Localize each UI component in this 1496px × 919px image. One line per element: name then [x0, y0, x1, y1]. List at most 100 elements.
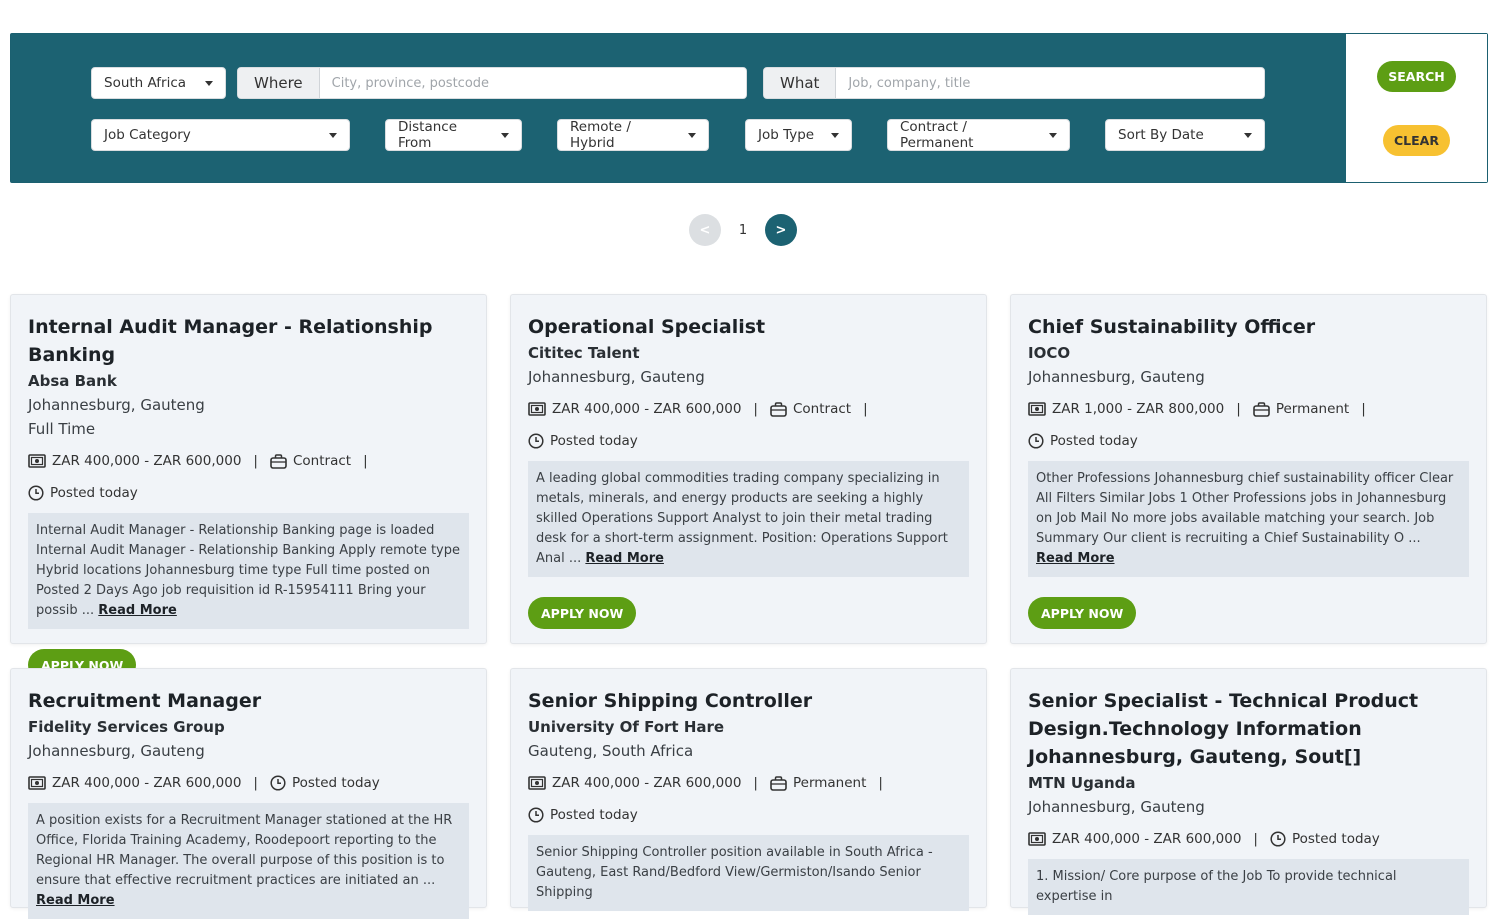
country-select[interactable]: South Africa	[91, 67, 226, 99]
job-contract: Contract	[270, 451, 351, 471]
job-description: 1. Mission/ Core purpose of the Job To p…	[1028, 859, 1469, 915]
job-title[interactable]: Operational Specialist	[528, 313, 969, 341]
job-type-select[interactable]: Job Type	[745, 119, 852, 151]
chevron-down-icon	[329, 132, 337, 138]
read-more-link[interactable]: Read More	[1036, 551, 1115, 566]
job-salary: ZAR 400,000 - ZAR 600,000	[1028, 829, 1241, 849]
job-title[interactable]: Chief Sustainability Officer	[1028, 313, 1469, 341]
job-salary: ZAR 400,000 - ZAR 600,000	[528, 399, 741, 419]
read-more-link[interactable]: Read More	[585, 551, 664, 566]
sort-by-label: Sort By Date	[1118, 127, 1204, 143]
job-salary-text: ZAR 400,000 - ZAR 600,000	[552, 401, 742, 417]
briefcase-icon	[770, 775, 787, 791]
money-icon	[528, 776, 546, 790]
job-description-text: 1. Mission/ Core purpose of the Job To p…	[1036, 869, 1397, 904]
meta-separator: |	[1253, 831, 1258, 847]
job-location: Johannesburg, Gauteng	[28, 742, 205, 760]
job-description-text: A position exists for a Recruitment Mana…	[36, 813, 453, 888]
job-meta: ZAR 400,000 - ZAR 600,000 | Posted today	[1028, 829, 1469, 849]
remote-hybrid-select[interactable]: Remote / Hybrid	[557, 119, 709, 151]
where-label: Where	[238, 68, 320, 98]
contract-permanent-select[interactable]: Contract / Permanent	[887, 119, 1070, 151]
clear-button[interactable]: CLEAR	[1383, 125, 1450, 156]
search-button[interactable]: SEARCH	[1377, 61, 1456, 92]
job-posted: Posted today	[528, 805, 638, 825]
job-posted-text: Posted today	[1291, 831, 1380, 847]
where-input[interactable]	[319, 68, 746, 98]
job-title[interactable]: Recruitment Manager	[28, 687, 469, 715]
job-description: A position exists for a Recruitment Mana…	[28, 803, 469, 919]
job-card: Chief Sustainability Officer IOCO Johann…	[1010, 294, 1487, 644]
distance-from-label: Distance From	[398, 119, 458, 151]
job-card: Operational Specialist Cititec Talent Jo…	[510, 294, 987, 644]
job-category-label: Job Category	[104, 127, 191, 143]
job-company: IOCO	[1028, 344, 1071, 362]
job-company: MTN Uganda	[1028, 774, 1136, 792]
apply-now-button[interactable]: APPLY NOW	[1028, 597, 1137, 629]
read-more-link[interactable]: Read More	[36, 893, 115, 908]
meta-separator: |	[1236, 401, 1241, 417]
job-card: Senior Specialist - Technical Product De…	[1010, 668, 1487, 915]
apply-now-button[interactable]: APPLY NOW	[528, 597, 637, 629]
chevron-down-icon	[1049, 132, 1057, 138]
job-company: University Of Fort Hare	[528, 718, 725, 736]
job-company: Cititec Talent	[528, 344, 640, 362]
job-salary: ZAR 1,000 - ZAR 800,000	[1028, 399, 1224, 419]
what-input[interactable]	[836, 68, 1264, 98]
job-title[interactable]: Senior Shipping Controller	[528, 687, 969, 715]
job-location: Johannesburg, Gauteng	[1028, 798, 1205, 816]
briefcase-icon	[1253, 401, 1270, 417]
pagination-prev-button[interactable]: <	[689, 214, 721, 246]
chevron-down-icon	[1244, 132, 1252, 138]
meta-separator: |	[363, 453, 368, 469]
job-title[interactable]: Senior Specialist - Technical Product De…	[1028, 687, 1469, 771]
what-label: What	[764, 68, 837, 98]
job-title[interactable]: Internal Audit Manager - Relationship Ba…	[28, 313, 469, 369]
job-salary: ZAR 400,000 - ZAR 600,000	[28, 773, 241, 793]
job-description: A leading global commodities trading com…	[528, 461, 969, 577]
job-contract: Contract	[770, 399, 851, 419]
job-location: Johannesburg, Gauteng	[1028, 368, 1205, 386]
clock-icon	[1028, 433, 1044, 449]
job-contract-text: Contract	[792, 401, 852, 417]
job-salary-text: ZAR 400,000 - ZAR 600,000	[1052, 831, 1242, 847]
chevron-down-icon	[688, 132, 696, 138]
job-description: Senior Shipping Controller position avai…	[528, 835, 969, 911]
meta-separator: |	[753, 401, 758, 417]
job-employment-type: Full Time	[28, 420, 96, 438]
briefcase-icon	[270, 453, 287, 469]
meta-separator: |	[863, 401, 868, 417]
where-input-group: Where	[237, 67, 747, 99]
job-posted-text: Posted today	[50, 485, 138, 501]
job-meta: ZAR 400,000 - ZAR 600,000 | Posted today	[28, 773, 469, 793]
meta-separator: |	[253, 453, 258, 469]
job-contract-text: Permanent	[1275, 401, 1350, 417]
job-location: Gauteng, South Africa	[528, 742, 694, 760]
clock-icon	[528, 807, 544, 823]
pagination-current-page[interactable]: 1	[731, 223, 755, 238]
job-location: Johannesburg, Gauteng	[528, 368, 705, 386]
chevron-down-icon	[501, 132, 509, 138]
job-card: Recruitment Manager Fidelity Services Gr…	[10, 668, 487, 919]
country-select-label: South Africa	[104, 75, 187, 91]
job-posted: Posted today	[528, 431, 638, 451]
meta-separator: |	[1361, 401, 1366, 417]
pagination-next-button[interactable]: >	[765, 214, 797, 246]
job-contract: Permanent	[1253, 399, 1349, 419]
job-description: Other Professions Johannesburg chief sus…	[1028, 461, 1469, 577]
job-salary-text: ZAR 400,000 - ZAR 600,000	[52, 453, 242, 469]
meta-separator: |	[253, 775, 258, 791]
job-salary-text: ZAR 1,000 - ZAR 800,000	[1052, 401, 1225, 417]
job-card: Senior Shipping Controller University Of…	[510, 668, 987, 911]
distance-from-select[interactable]: Distance From	[385, 119, 522, 151]
remote-hybrid-label: Remote / Hybrid	[570, 119, 631, 151]
job-category-select[interactable]: Job Category	[91, 119, 350, 151]
read-more-link[interactable]: Read More	[98, 603, 177, 618]
clock-icon	[270, 775, 286, 791]
job-meta: ZAR 400,000 - ZAR 600,000 | Contract | P…	[528, 399, 969, 451]
sort-by-select[interactable]: Sort By Date	[1105, 119, 1265, 151]
job-salary-text: ZAR 400,000 - ZAR 600,000	[552, 775, 742, 791]
pagination: < 1 >	[689, 214, 797, 246]
job-contract: Permanent	[770, 773, 866, 793]
job-salary: ZAR 400,000 - ZAR 600,000	[528, 773, 741, 793]
